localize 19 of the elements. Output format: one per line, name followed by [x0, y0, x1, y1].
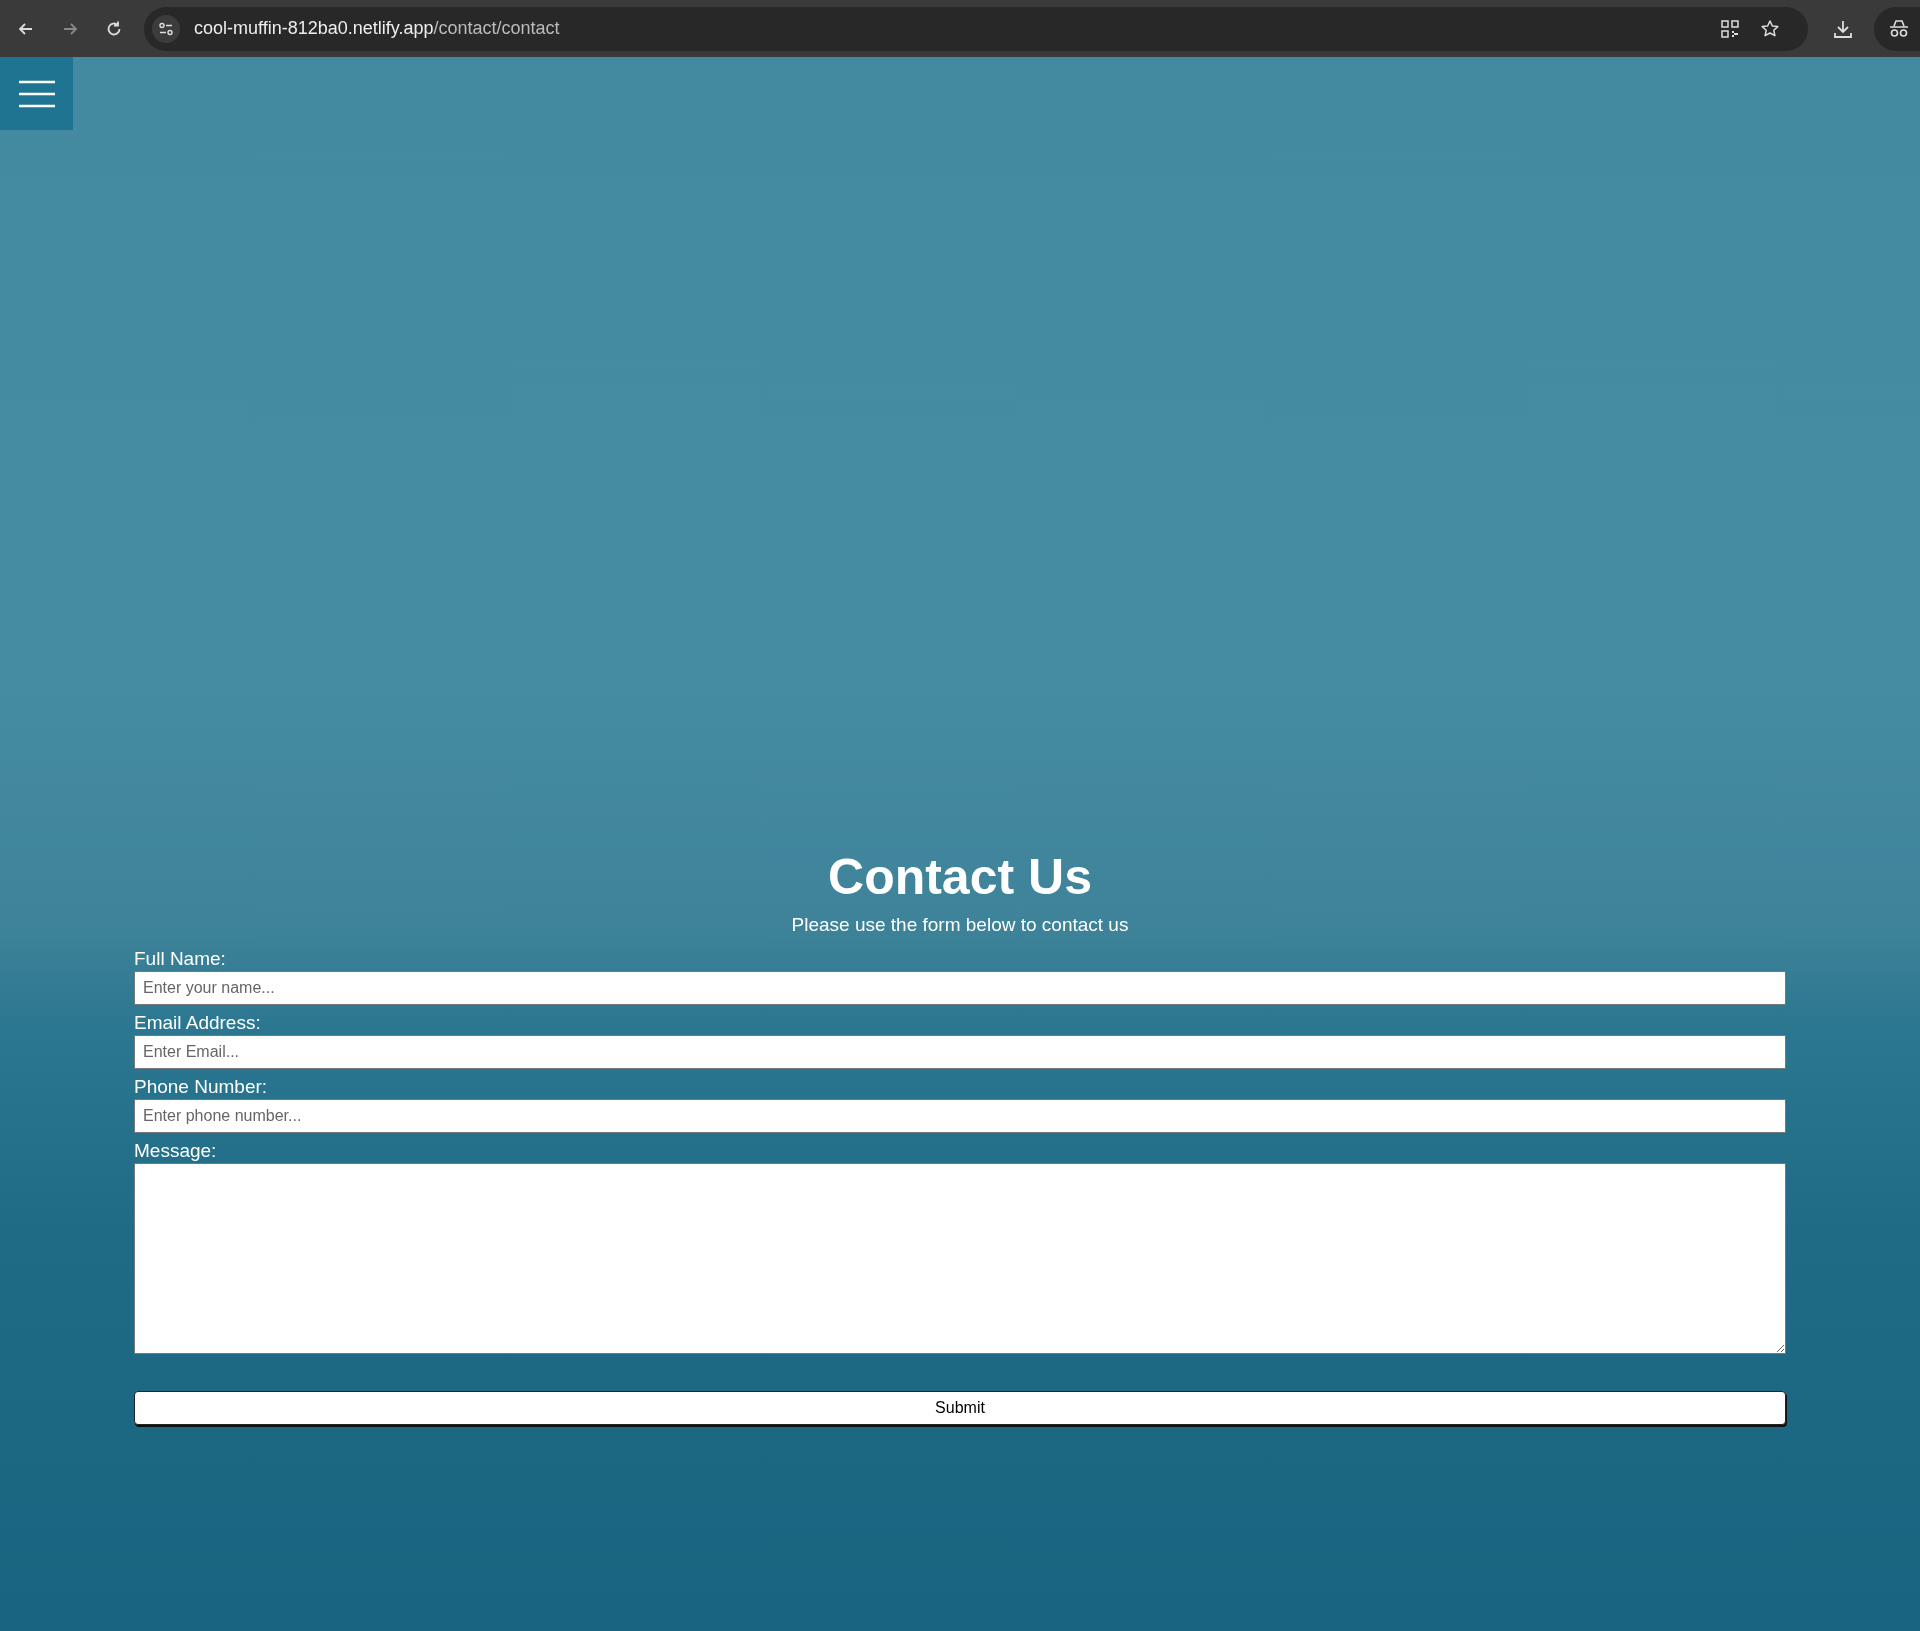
input-field[interactable]: Enter your name... [134, 971, 1786, 1005]
message-field[interactable] [134, 1163, 1786, 1354]
field-label: Email Address: [134, 1011, 262, 1035]
address-bar[interactable]: cool-muffin-812ba0.netlify.app/contact/contact [144, 6, 1808, 51]
site-settings-icon[interactable] [152, 14, 180, 43]
star-icon[interactable] [1760, 18, 1780, 39]
page-title: Contact Us [828, 848, 1092, 907]
field-label: Message: [134, 1139, 218, 1163]
input-field[interactable]: Enter Email... [134, 1035, 1786, 1069]
url-text: cool-muffin-812ba0.netlify.app/contact/contact [194, 18, 560, 39]
input-field[interactable]: Enter phone number... [134, 1099, 1786, 1133]
menu-icon [18, 79, 55, 108]
field-label: Full Name: [134, 947, 227, 971]
field-label: Phone Number: [134, 1075, 269, 1099]
menu-button[interactable] [0, 57, 73, 130]
incognito-icon[interactable] [1874, 6, 1920, 51]
submit-button[interactable]: Submit [134, 1391, 1786, 1425]
qr-code-icon[interactable] [1720, 18, 1740, 39]
page-subtitle: Please use the form below to contact us [791, 913, 1129, 937]
